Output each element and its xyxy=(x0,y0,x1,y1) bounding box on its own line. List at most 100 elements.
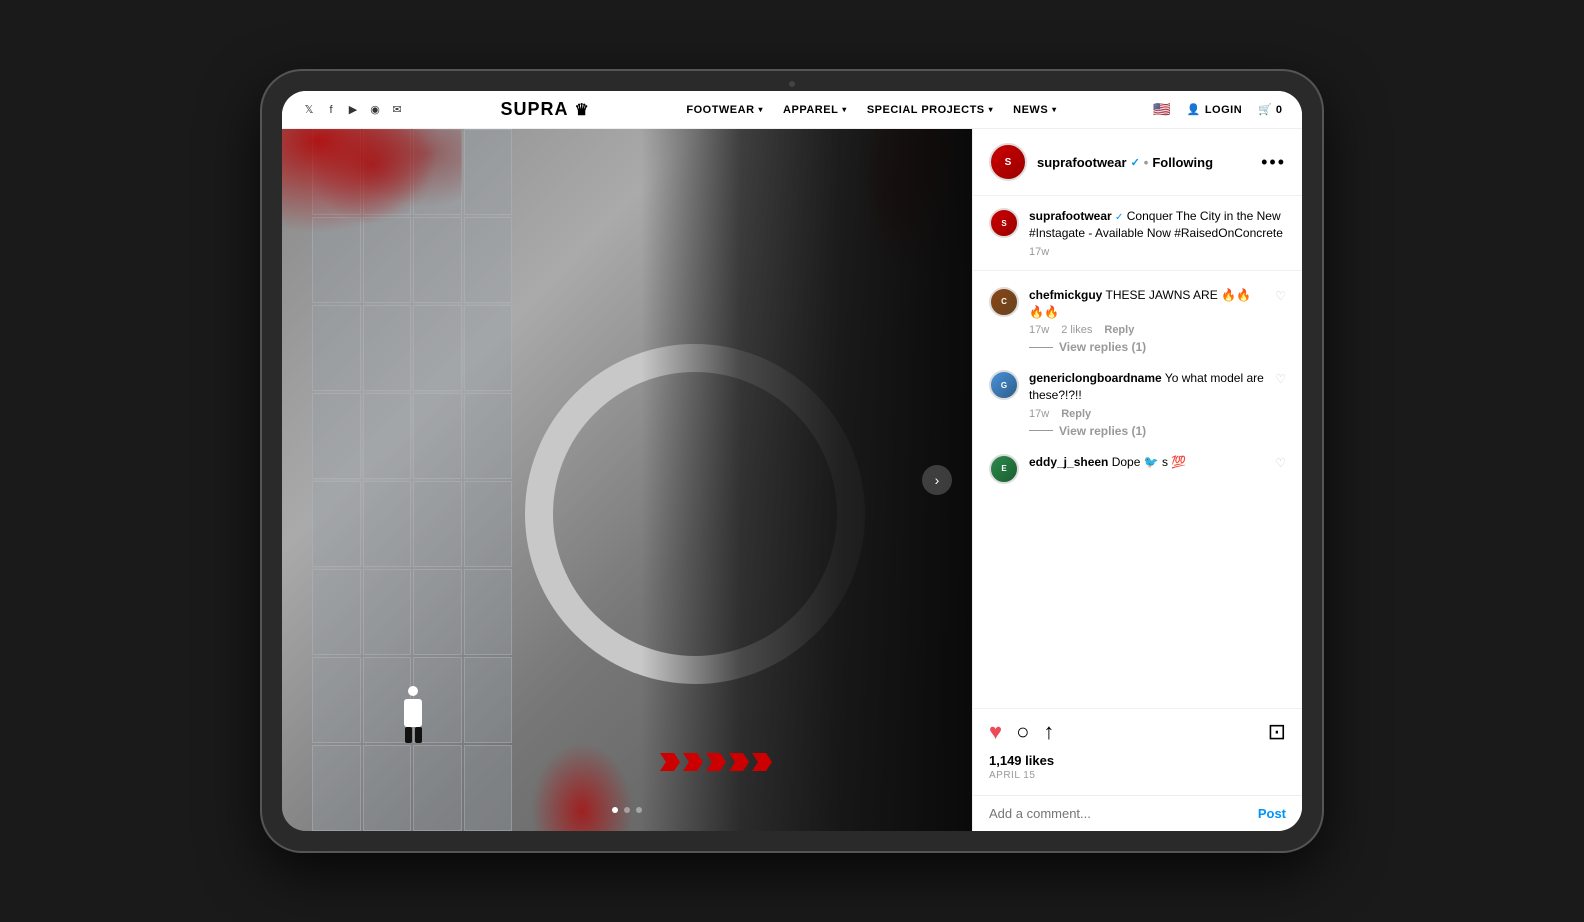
comment-content-3: eddy_j_sheen Dope 🐦 s 💯 xyxy=(1029,454,1265,471)
news-chevron-icon: ▾ xyxy=(1052,105,1057,114)
ig-actions: ♥ ○ ↑ ⊡ 1,149 likes APRIL 15 xyxy=(973,708,1302,795)
action-buttons: ♥ ○ ↑ ⊡ xyxy=(989,719,1286,745)
instagram-icon[interactable]: ◉ xyxy=(368,103,382,117)
comment-content-1: chefmickguy THESE JAWNS ARE 🔥🔥🔥🔥 17w 2 l… xyxy=(1029,287,1265,355)
nav-footwear[interactable]: FOOTWEAR ▾ xyxy=(686,104,763,116)
comment-input[interactable] xyxy=(989,806,1248,821)
comment-meta-1: 17w 2 likes Reply xyxy=(1029,324,1265,336)
nav-left: 𝕏 f ▶ ◉ ✉ xyxy=(302,103,404,117)
login-button[interactable]: 👤 LOGIN xyxy=(1187,103,1243,116)
nav-news[interactable]: NEWS ▾ xyxy=(1013,104,1057,116)
ig-comment-input: Post xyxy=(973,795,1302,831)
ig-comments: C chefmickguy THESE JAWNS ARE 🔥🔥🔥🔥 17w 2… xyxy=(973,271,1302,708)
social-icons: 𝕏 f ▶ ◉ ✉ xyxy=(302,103,404,117)
ig-header: S suprafootwear ✓ • Following ••• xyxy=(973,129,1302,196)
comment-avatar-chefmickguy[interactable]: C xyxy=(989,287,1019,317)
footwear-chevron-icon: ▾ xyxy=(759,105,764,114)
ig-caption: S suprafootwear ✓ Conquer The City in th… xyxy=(973,196,1302,271)
cart-button[interactable]: 🛒 0 xyxy=(1258,103,1282,116)
save-button[interactable]: ⊡ xyxy=(1268,719,1286,745)
facebook-icon[interactable]: f xyxy=(324,103,338,117)
arrow-4 xyxy=(729,753,749,771)
splatter-top-left xyxy=(282,129,462,249)
bullet-separator: • xyxy=(1144,155,1149,170)
ig-caption-avatar[interactable]: S xyxy=(989,208,1019,238)
likes-count: 1,149 likes xyxy=(989,753,1286,768)
red-arrows xyxy=(660,753,772,771)
comment-content-2: genericlongboardname Yo what model are t… xyxy=(1029,370,1265,438)
top-nav: 𝕏 f ▶ ◉ ✉ SUPRA ♛ FOOTWEAR ▾ APPAREL xyxy=(282,91,1302,129)
nav-right: 🇺🇸 👤 LOGIN 🛒 0 xyxy=(1153,101,1282,118)
following-label[interactable]: Following xyxy=(1152,155,1213,170)
comment-time-2: 17w xyxy=(1029,408,1049,420)
supra-logo[interactable]: SUPRA ♛ xyxy=(501,99,590,120)
content-area: › S supraf xyxy=(282,129,1302,831)
hero-image: › xyxy=(282,129,972,831)
ig-username-display: suprafootwear ✓ • Following xyxy=(1037,155,1213,170)
ig-user-info: S suprafootwear ✓ • Following xyxy=(989,143,1213,181)
comment-text-2: genericlongboardname Yo what model are t… xyxy=(1029,370,1265,404)
view-replies-text-2: View replies (1) xyxy=(1059,424,1146,438)
reply-button-2[interactable]: Reply xyxy=(1061,408,1091,420)
verified-caption-icon: ✓ xyxy=(1115,212,1123,223)
view-replies-text-1: View replies (1) xyxy=(1059,340,1146,354)
logo-crown-icon: ♛ xyxy=(575,100,590,120)
user-icon: 👤 xyxy=(1187,103,1201,116)
next-slide-button[interactable]: › xyxy=(922,465,952,495)
ig-caption-user: S suprafootwear ✓ Conquer The City in th… xyxy=(989,208,1286,258)
post-comment-button[interactable]: Post xyxy=(1258,806,1286,821)
replies-line-2 xyxy=(1029,430,1053,431)
apparel-chevron-icon: ▾ xyxy=(842,105,847,114)
splatter-bottom xyxy=(522,731,642,831)
cart-icon: 🛒 xyxy=(1258,103,1272,116)
replies-line xyxy=(1029,347,1053,348)
comment-item-2: G genericlongboardname Yo what model are… xyxy=(973,362,1302,446)
arrow-2 xyxy=(683,753,703,771)
caption-body: suprafootwear ✓ Conquer The City in the … xyxy=(1029,208,1286,258)
like-button[interactable]: ♥ xyxy=(989,721,1002,743)
comment-heart-3[interactable]: ♡ xyxy=(1275,454,1286,470)
share-button[interactable]: ↑ xyxy=(1043,721,1054,743)
dot-2[interactable] xyxy=(624,807,630,813)
hero-section: › xyxy=(282,129,972,831)
nav-special-projects[interactable]: SPECIAL PROJECTS ▾ xyxy=(867,104,993,116)
verified-icon: ✓ xyxy=(1131,156,1140,169)
comment-time-1: 17w xyxy=(1029,324,1049,336)
nav-apparel[interactable]: APPAREL ▾ xyxy=(783,104,847,116)
comment-item: C chefmickguy THESE JAWNS ARE 🔥🔥🔥🔥 17w 2… xyxy=(973,279,1302,363)
comment-heart-2[interactable]: ♡ xyxy=(1275,370,1286,386)
arrow-3 xyxy=(706,753,726,771)
comment-item-3: E eddy_j_sheen Dope 🐦 s 💯 ♡ xyxy=(973,446,1302,492)
comment-avatar-genericlongboardname[interactable]: G xyxy=(989,370,1019,400)
caption-time: 17w xyxy=(1029,246,1286,258)
instagram-panel: S suprafootwear ✓ • Following ••• xyxy=(972,129,1302,831)
main-nav: FOOTWEAR ▾ APPAREL ▾ SPECIAL PROJECTS ▾ … xyxy=(686,104,1056,116)
reply-button-1[interactable]: Reply xyxy=(1104,324,1134,336)
arrow-5 xyxy=(752,753,772,771)
comment-likes-1: 2 likes xyxy=(1061,324,1092,336)
tablet-frame: 𝕏 f ▶ ◉ ✉ SUPRA ♛ FOOTWEAR ▾ APPAREL xyxy=(262,71,1322,851)
comment-avatar-eddy[interactable]: E xyxy=(989,454,1019,484)
comment-meta-2: 17w Reply xyxy=(1029,408,1265,420)
comment-heart-1[interactable]: ♡ xyxy=(1275,287,1286,303)
comment-button[interactable]: ○ xyxy=(1016,721,1029,743)
view-replies-2[interactable]: View replies (1) xyxy=(1029,424,1265,438)
email-icon[interactable]: ✉ xyxy=(390,103,404,117)
view-replies-1[interactable]: View replies (1) xyxy=(1029,340,1265,354)
post-date: APRIL 15 xyxy=(989,770,1286,781)
tablet-screen: 𝕏 f ▶ ◉ ✉ SUPRA ♛ FOOTWEAR ▾ APPAREL xyxy=(282,91,1302,831)
ig-username-block: suprafootwear ✓ • Following xyxy=(1037,155,1213,170)
youtube-icon[interactable]: ▶ xyxy=(346,103,360,117)
dot-3[interactable] xyxy=(636,807,642,813)
ig-profile-avatar[interactable]: S xyxy=(989,143,1027,181)
country-flag[interactable]: 🇺🇸 xyxy=(1153,101,1170,118)
comment-text-1: chefmickguy THESE JAWNS ARE 🔥🔥🔥🔥 xyxy=(1029,287,1265,321)
carousel-dots xyxy=(612,807,642,813)
person-figure xyxy=(402,686,424,741)
more-options-button[interactable]: ••• xyxy=(1261,152,1286,173)
dot-1[interactable] xyxy=(612,807,618,813)
special-chevron-icon: ▾ xyxy=(989,105,994,114)
logo-text: SUPRA xyxy=(501,99,569,120)
comment-text-3: eddy_j_sheen Dope 🐦 s 💯 xyxy=(1029,454,1265,471)
twitter-icon[interactable]: 𝕏 xyxy=(302,103,316,117)
